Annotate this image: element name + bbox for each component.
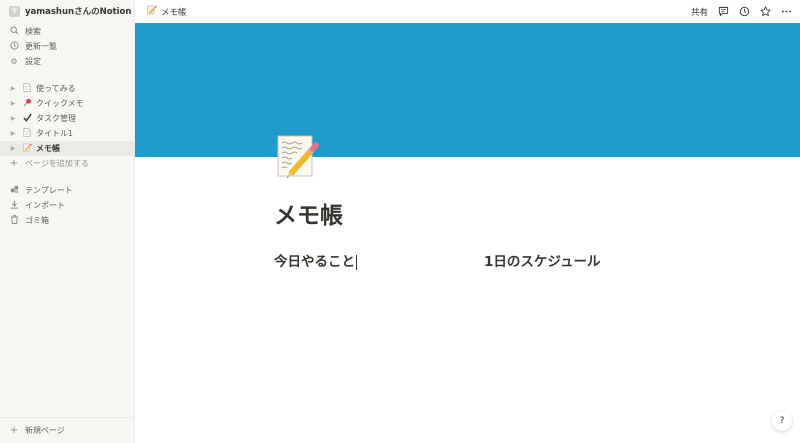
sidebar-item-label: 検索 [25,27,41,36]
history-icon[interactable] [738,6,750,18]
memo-icon [147,5,157,18]
trash-icon [9,215,19,226]
memo-icon[interactable] [275,132,319,180]
sidebar-page-quick-memo[interactable]: ▶ クイックメモ [0,96,134,111]
expand-triangle-icon[interactable]: ▶ [9,85,17,92]
sidebar-page-label: メモ帳 [36,144,60,153]
breadcrumb-label: メモ帳 [161,7,187,18]
more-options-icon[interactable] [780,6,792,18]
clock-icon [9,41,19,52]
help-button[interactable]: ? [772,411,792,431]
add-page-label: ページを追加する [25,159,89,168]
sidebar-item-updates[interactable]: 更新一覧 [0,39,134,54]
star-icon[interactable] [759,6,771,18]
expand-triangle-icon[interactable]: ▶ [9,115,17,122]
sidebar-item-templates[interactable]: テンプレート [0,183,134,198]
workspace-avatar: Y [9,5,20,17]
sidebar-item-settings[interactable]: ⚙ 設定 [0,54,134,69]
workspace-name: yamashunさんのNotion [25,7,132,17]
add-page-button[interactable]: + ページを追加する [0,156,134,171]
expand-triangle-icon[interactable]: ▶ [9,130,17,137]
sidebar-page-task-management[interactable]: ▶ タスク管理 [0,111,134,126]
main-content: メモ帳 共有 メモ帳 今日やること 1日のスケジュール ? [135,0,800,443]
checkmark-icon [22,113,32,124]
sidebar-page-label: 使ってみる [36,84,76,93]
template-icon [9,185,19,196]
download-icon [9,200,19,211]
sidebar-pages: ▶ 使ってみる ▶ クイックメモ ▶ タスク管理 ▶ タイトル1 ▶ メモ帳 +… [0,81,134,171]
sidebar-item-label: 設定 [25,57,41,66]
memo-icon [22,143,32,154]
sidebar-tools: テンプレート インポート ゴミ箱 [0,183,134,228]
page-cover[interactable] [135,23,800,157]
share-button[interactable]: 共有 [691,6,708,18]
page-title[interactable]: メモ帳 [274,196,343,230]
app-window: Y yamashunさんのNotion ⌃ 検索 更新一覧 ⚙ 設定 [0,0,800,443]
expand-triangle-icon[interactable]: ▶ [9,145,17,152]
gear-icon: ⚙ [10,57,18,66]
expand-triangle-icon[interactable]: ▶ [9,100,17,107]
new-page-button[interactable]: + 新規ページ [0,417,134,443]
sidebar-item-trash[interactable]: ゴミ箱 [0,213,134,228]
text-cursor [356,254,357,270]
sidebar-page-memo[interactable]: ▶ メモ帳 [0,141,134,156]
breadcrumb[interactable]: メモ帳 [147,5,187,18]
topbar-actions: 共有 [691,6,792,18]
sidebar-item-search[interactable]: 検索 [0,24,134,39]
comment-icon[interactable] [717,6,729,18]
column-heading-schedule[interactable]: 1日のスケジュール [484,250,600,270]
sidebar-page-label: タイトル1 [36,129,74,138]
pushpin-icon [22,98,32,109]
sidebar-item-label: インポート [25,201,65,210]
sidebar-page-label: クイックメモ [36,99,84,108]
sidebar-item-label: テンプレート [25,186,73,195]
plus-icon: + [9,425,19,436]
column-heading-today[interactable]: 今日やること [274,250,357,270]
new-page-label: 新規ページ [25,426,65,435]
sidebar-item-label: ゴミ箱 [25,216,49,225]
sidebar-item-import[interactable]: インポート [0,198,134,213]
document-icon [22,128,32,139]
heading-text: 今日やること [274,254,355,270]
workspace-switcher[interactable]: Y yamashunさんのNotion ⌃ [0,0,134,22]
sidebar-page-title1[interactable]: ▶ タイトル1 [0,126,134,141]
sidebar-item-label: 更新一覧 [25,42,57,51]
sidebar: Y yamashunさんのNotion ⌃ 検索 更新一覧 ⚙ 設定 [0,0,135,443]
document-icon [22,83,32,94]
sidebar-nav: 検索 更新一覧 ⚙ 設定 [0,24,134,69]
topbar: メモ帳 共有 [135,0,800,23]
sidebar-page-label: タスク管理 [36,114,76,123]
sidebar-page-tsukattemiru[interactable]: ▶ 使ってみる [0,81,134,96]
search-icon [9,26,19,37]
plus-icon: + [9,158,19,169]
